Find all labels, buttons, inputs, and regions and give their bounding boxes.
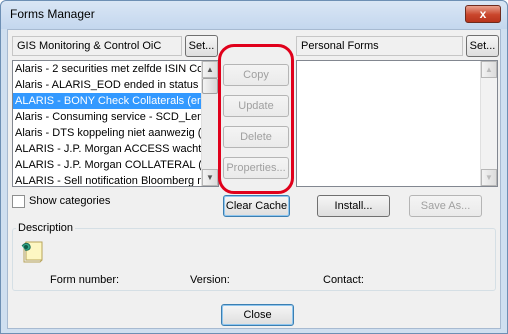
right-list-scrollbar[interactable]: ▲ ▼ — [480, 61, 497, 186]
scroll-up-arrow-icon[interactable]: ▲ — [202, 61, 218, 78]
scroll-down-arrow-icon[interactable]: ▼ — [202, 169, 218, 186]
contact-label: Contact: — [323, 274, 364, 286]
dialog-client-area: GIS Monitoring & Control OiC Set... Alar… — [7, 29, 501, 329]
left-set-button[interactable]: Set... — [185, 35, 218, 57]
right-location-field: Personal Forms — [296, 36, 463, 56]
right-set-button[interactable]: Set... — [466, 35, 499, 57]
list-item[interactable]: Alaris - ALARIS_EOD ended in status o — [13, 77, 201, 93]
install-button[interactable]: Install... — [317, 195, 390, 217]
save-as-button[interactable]: Save As... — [409, 195, 482, 217]
list-item[interactable]: ALARIS - J.P. Morgan ACCESS wachtw — [13, 141, 201, 157]
scroll-up-arrow-icon[interactable]: ▲ — [481, 61, 497, 78]
list-item[interactable]: ALARIS - Sell notification Bloomberg n — [13, 173, 201, 186]
form-number-label: Form number: — [50, 274, 120, 286]
close-icon: x — [479, 7, 487, 21]
window-title: Forms Manager — [10, 7, 95, 21]
version-label: Version: — [190, 274, 230, 286]
left-location-field: GIS Monitoring & Control OiC — [12, 36, 182, 56]
window-close-button[interactable]: x — [465, 5, 501, 23]
list-item[interactable]: Alaris - DTS koppeling niet aanwezig (I — [13, 125, 201, 141]
left-list-scrollbar[interactable]: ▲ ▼ — [201, 61, 218, 186]
list-item[interactable]: ALARIS - J.P. Morgan COLLATERAL (E — [13, 157, 201, 173]
list-item[interactable]: Alaris - 2 securities met zelfde ISIN Co — [13, 61, 201, 77]
form-document-icon — [20, 238, 48, 264]
close-button[interactable]: Close — [221, 304, 294, 326]
scroll-thumb[interactable] — [202, 78, 218, 94]
list-item[interactable]: Alaris - Consuming service - SCD_Lenc — [13, 109, 201, 125]
show-categories-checkbox[interactable] — [12, 195, 25, 208]
right-forms-list[interactable]: ▲ ▼ — [296, 60, 498, 187]
show-categories-label[interactable]: Show categories — [29, 195, 110, 207]
description-label: Description — [16, 222, 76, 234]
scroll-down-arrow-icon[interactable]: ▼ — [481, 169, 497, 186]
left-list-items: Alaris - 2 securities met zelfde ISIN Co… — [13, 61, 218, 186]
list-item[interactable]: ALARIS - BONY Check Collaterals (err — [13, 93, 201, 109]
clear-cache-button[interactable]: Clear Cache — [223, 195, 290, 217]
title-bar[interactable]: Forms Manager x — [1, 1, 507, 29]
left-forms-list[interactable]: Alaris - 2 securities met zelfde ISIN Co… — [12, 60, 219, 187]
highlight-ring — [218, 44, 294, 194]
forms-manager-window: Forms Manager x GIS Monitoring & Control… — [0, 0, 508, 334]
